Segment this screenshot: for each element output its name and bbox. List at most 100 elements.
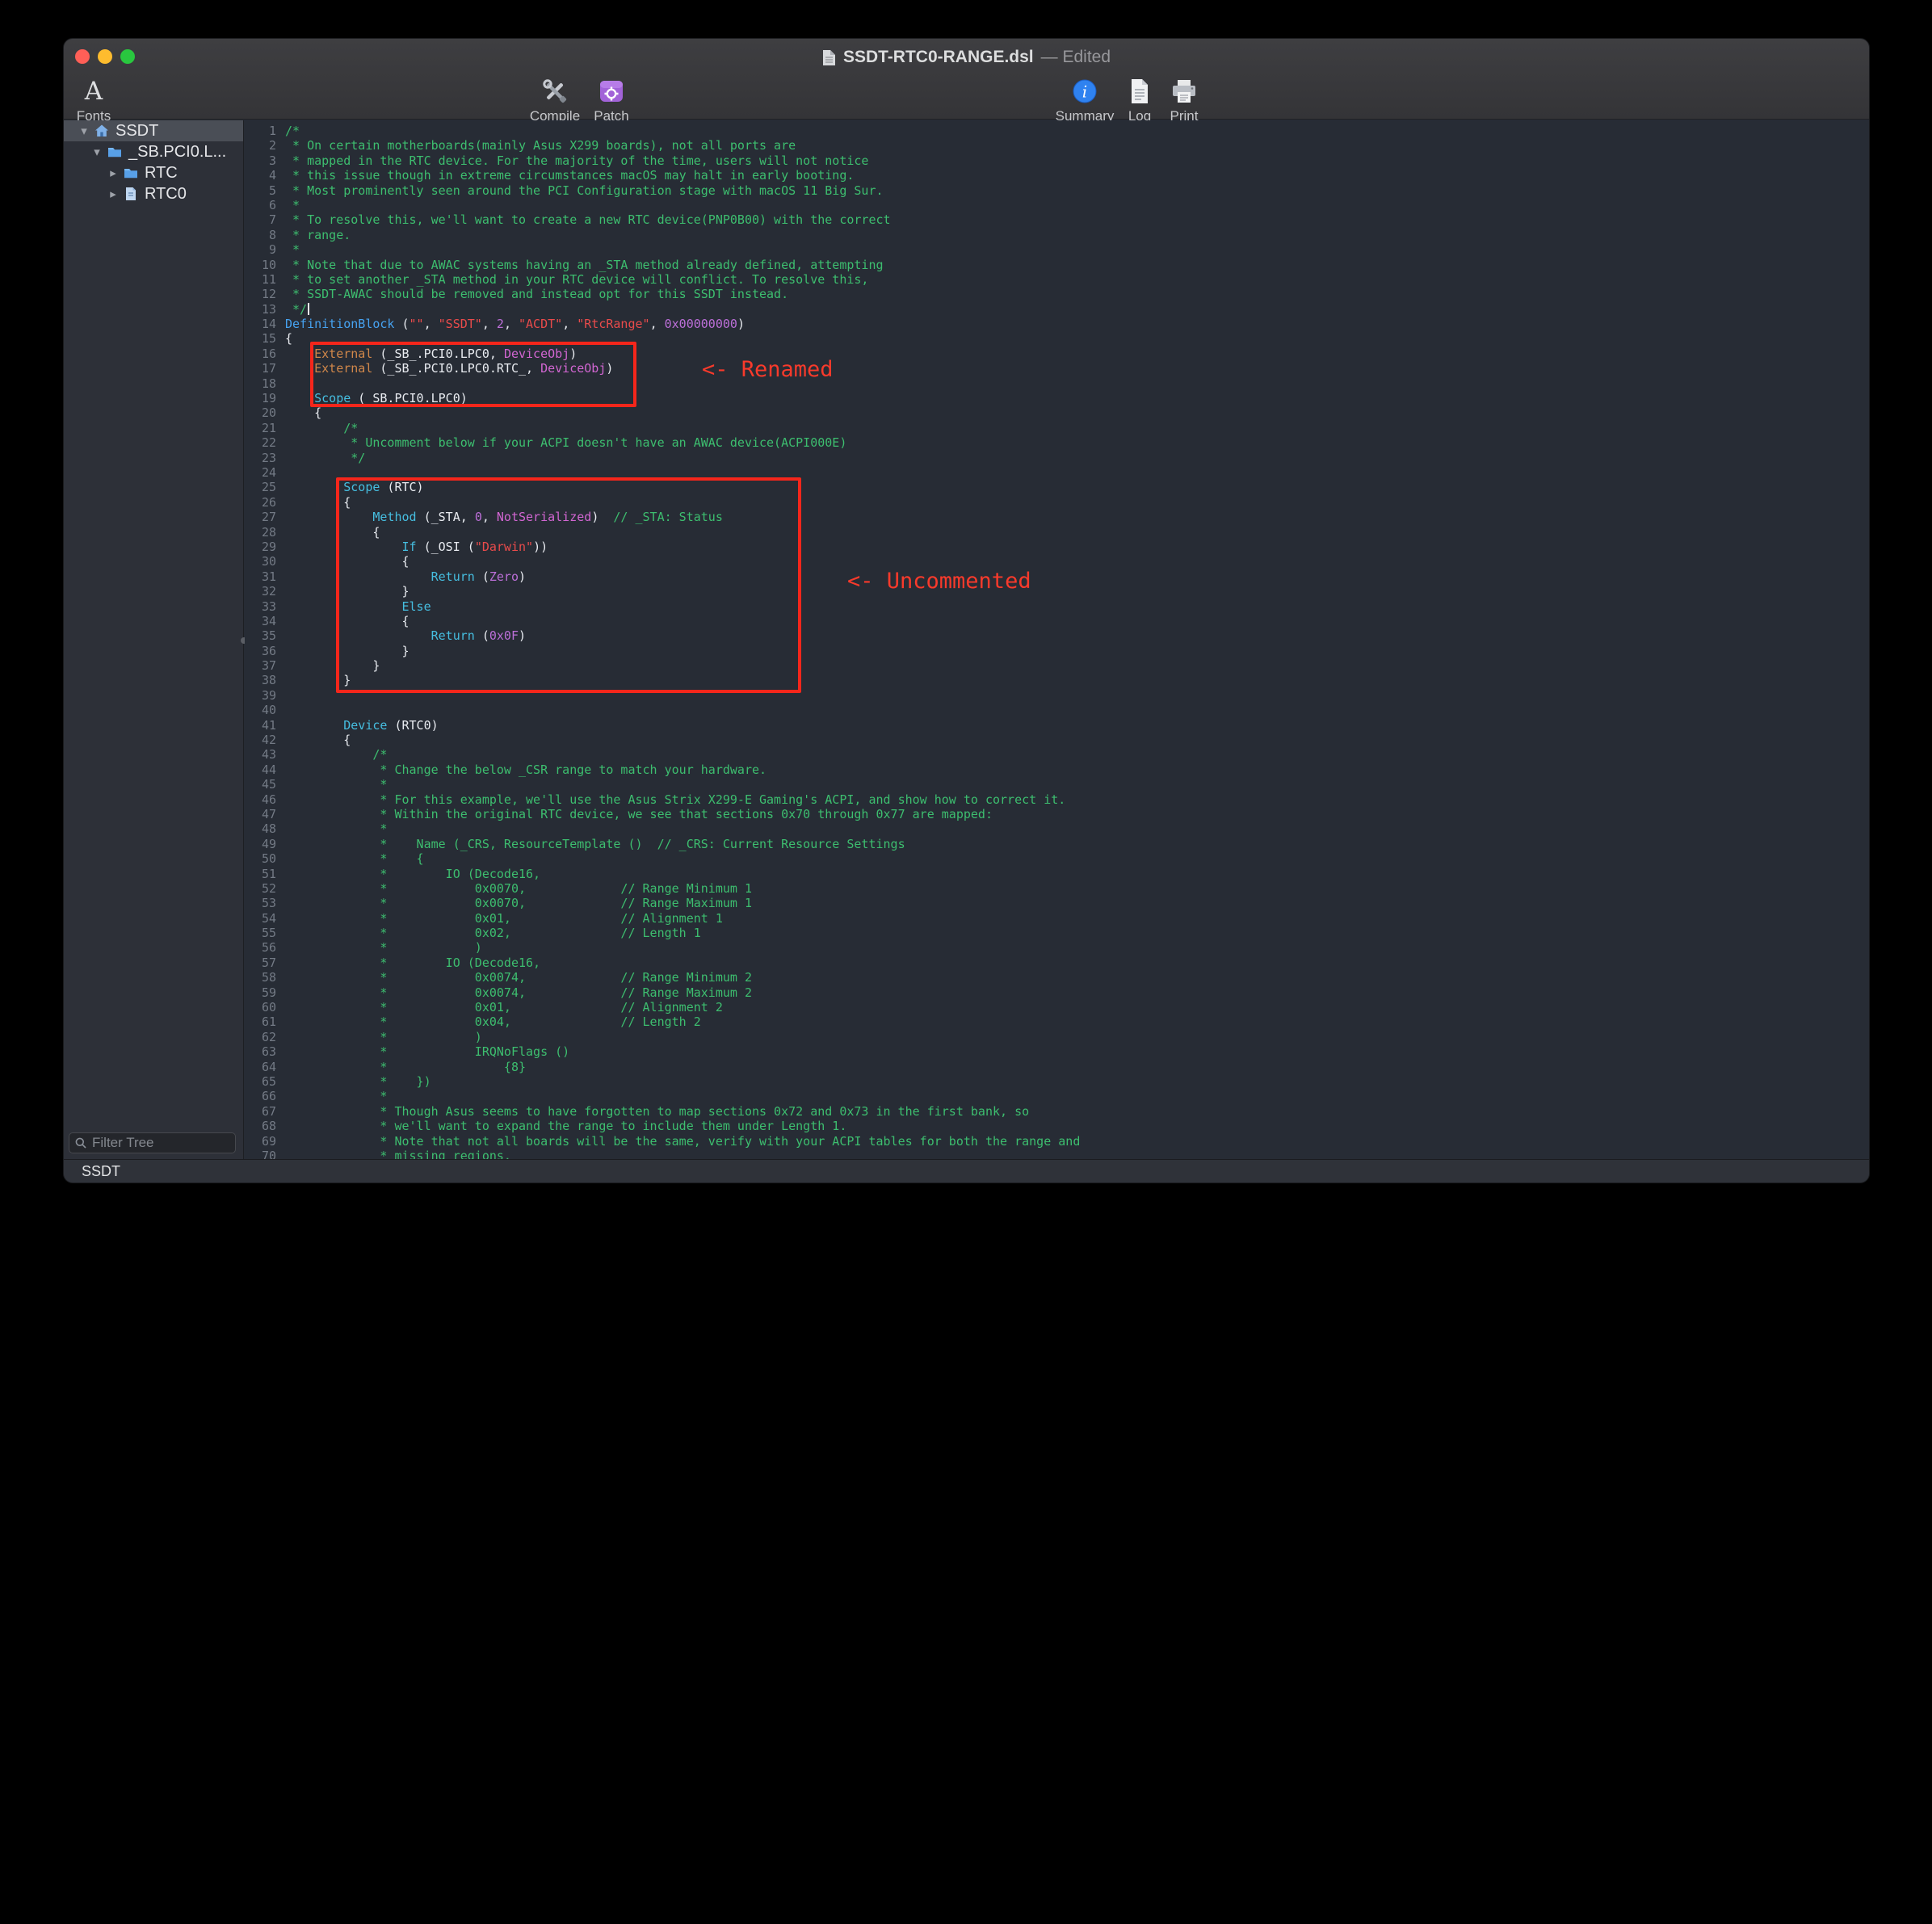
sidebar-item-label: RTC <box>145 164 178 183</box>
code-line: 33 Else <box>245 599 1869 614</box>
code-line: 17 External (_SB_.PCI0.LPC0.RTC_, Device… <box>245 361 1869 376</box>
print-button[interactable]: Print <box>1152 77 1216 124</box>
window-chrome: SSDT-RTC0-RANGE.dsl — Edited A Fonts Com… <box>64 39 1869 120</box>
search-icon <box>74 1136 87 1149</box>
chevron-right-icon[interactable]: ▸ <box>107 187 120 201</box>
code-line: 39 <box>245 688 1869 703</box>
code-line: 2 * On certain motherboards(mainly Asus … <box>245 138 1869 153</box>
code-line: 63 * IRQNoFlags () <box>245 1044 1869 1059</box>
sidebar-item-label: RTC0 <box>145 185 187 204</box>
log-document-icon <box>1126 77 1153 106</box>
code-line: 66 * <box>245 1089 1869 1103</box>
code-line: 9 * <box>245 242 1869 257</box>
code-line: 7 * To resolve this, we'll want to creat… <box>245 212 1869 227</box>
svg-text:i: i <box>1082 82 1087 102</box>
code-line: 36 } <box>245 644 1869 658</box>
line-number: 33 <box>245 599 276 614</box>
code-line: 41 Device (RTC0) <box>245 718 1869 733</box>
code-editor[interactable]: 1/*2 * On certain motherboards(mainly As… <box>245 120 1869 1159</box>
line-number: 55 <box>245 926 276 940</box>
chevron-down-icon[interactable]: ▾ <box>78 124 90 138</box>
code-line: 28 { <box>245 525 1869 540</box>
window-title-edited: — Edited <box>1041 48 1111 67</box>
code-line: 67 * Though Asus seems to have forgotten… <box>245 1104 1869 1119</box>
line-number: 6 <box>245 198 276 212</box>
line-number: 47 <box>245 807 276 821</box>
fonts-icon: A <box>85 79 103 104</box>
code-line: 6 * <box>245 198 1869 212</box>
sidebar-item-sb-pci0[interactable]: ▾ _SB.PCI0.L... <box>64 141 243 162</box>
line-number: 8 <box>245 228 276 242</box>
line-number: 43 <box>245 747 276 762</box>
code-line: 23 */ <box>245 451 1869 465</box>
code-line: 12 * SSDT-AWAC should be removed and ins… <box>245 287 1869 301</box>
code-line: 11 * to set another _STA method in your … <box>245 272 1869 287</box>
line-number: 23 <box>245 451 276 465</box>
line-number: 35 <box>245 628 276 643</box>
code-line: 48 * <box>245 821 1869 836</box>
code-line: 24 <box>245 465 1869 480</box>
line-number: 14 <box>245 317 276 331</box>
code-line: 30 { <box>245 554 1869 569</box>
line-number: 64 <box>245 1060 276 1074</box>
code-line: 68 * we'll want to expand the range to i… <box>245 1119 1869 1133</box>
line-number: 22 <box>245 435 276 450</box>
code-line: 56 * ) <box>245 940 1869 955</box>
chevron-down-icon[interactable]: ▾ <box>90 145 103 159</box>
code-line: 4 * this issue though in extreme circums… <box>245 168 1869 183</box>
line-number: 60 <box>245 1000 276 1015</box>
code-line: 51 * IO (Decode16, <box>245 867 1869 881</box>
code-line: 38 } <box>245 673 1869 687</box>
code-line: 27 Method (_STA, 0, NotSerialized) // _S… <box>245 510 1869 524</box>
sidebar-item-rtc0[interactable]: ▸ RTC0 <box>64 183 243 204</box>
sidebar-item-rtc[interactable]: ▸ RTC <box>64 162 243 183</box>
line-number: 46 <box>245 792 276 807</box>
line-number: 50 <box>245 851 276 866</box>
code-line: 3 * mapped in the RTC device. For the ma… <box>245 153 1869 168</box>
patch-button[interactable]: Patch <box>579 77 644 124</box>
line-number: 21 <box>245 421 276 435</box>
code-line: 32 } <box>245 584 1869 599</box>
line-number: 52 <box>245 881 276 896</box>
info-icon: i <box>1070 77 1099 106</box>
fonts-button[interactable]: A Fonts <box>67 77 120 124</box>
line-number: 25 <box>245 480 276 494</box>
code-line: 20 { <box>245 405 1869 420</box>
line-number: 63 <box>245 1044 276 1059</box>
code-line: 54 * 0x01, // Alignment 1 <box>245 911 1869 926</box>
code-line: 50 * { <box>245 851 1869 866</box>
line-number: 58 <box>245 970 276 985</box>
line-number: 53 <box>245 896 276 910</box>
code-line: 25 Scope (RTC) <box>245 480 1869 494</box>
filter-tree-input[interactable] <box>69 1132 236 1153</box>
status-text: SSDT <box>82 1163 120 1180</box>
line-number: 30 <box>245 554 276 569</box>
sidebar: ▾ SSDT ▾ _SB.PCI0.L... ▸ RTC ▸ <box>64 120 244 1159</box>
code-line: 58 * 0x0074, // Range Minimum 2 <box>245 970 1869 985</box>
line-number: 3 <box>245 153 276 168</box>
line-number: 10 <box>245 258 276 272</box>
chevron-right-icon[interactable]: ▸ <box>107 166 120 180</box>
line-number: 51 <box>245 867 276 881</box>
code-line: 65 * }) <box>245 1074 1869 1089</box>
line-number: 61 <box>245 1015 276 1029</box>
line-number: 11 <box>245 272 276 287</box>
document-icon <box>822 49 836 66</box>
code-line: 31 Return (Zero) <box>245 569 1869 584</box>
line-number: 49 <box>245 837 276 851</box>
line-number: 13 <box>245 302 276 317</box>
line-number: 56 <box>245 940 276 955</box>
line-number: 9 <box>245 242 276 257</box>
line-number: 38 <box>245 673 276 687</box>
line-number: 45 <box>245 777 276 792</box>
line-number: 26 <box>245 495 276 510</box>
code-line: 64 * {8} <box>245 1060 1869 1074</box>
code-line: 59 * 0x0074, // Range Maximum 2 <box>245 985 1869 1000</box>
titlebar: SSDT-RTC0-RANGE.dsl — Edited <box>64 45 1869 69</box>
line-number: 40 <box>245 703 276 717</box>
printer-icon <box>1170 77 1199 106</box>
line-number: 20 <box>245 405 276 420</box>
code-line: 60 * 0x01, // Alignment 2 <box>245 1000 1869 1015</box>
line-number: 31 <box>245 569 276 584</box>
sidebar-item-ssdt[interactable]: ▾ SSDT <box>64 120 243 141</box>
